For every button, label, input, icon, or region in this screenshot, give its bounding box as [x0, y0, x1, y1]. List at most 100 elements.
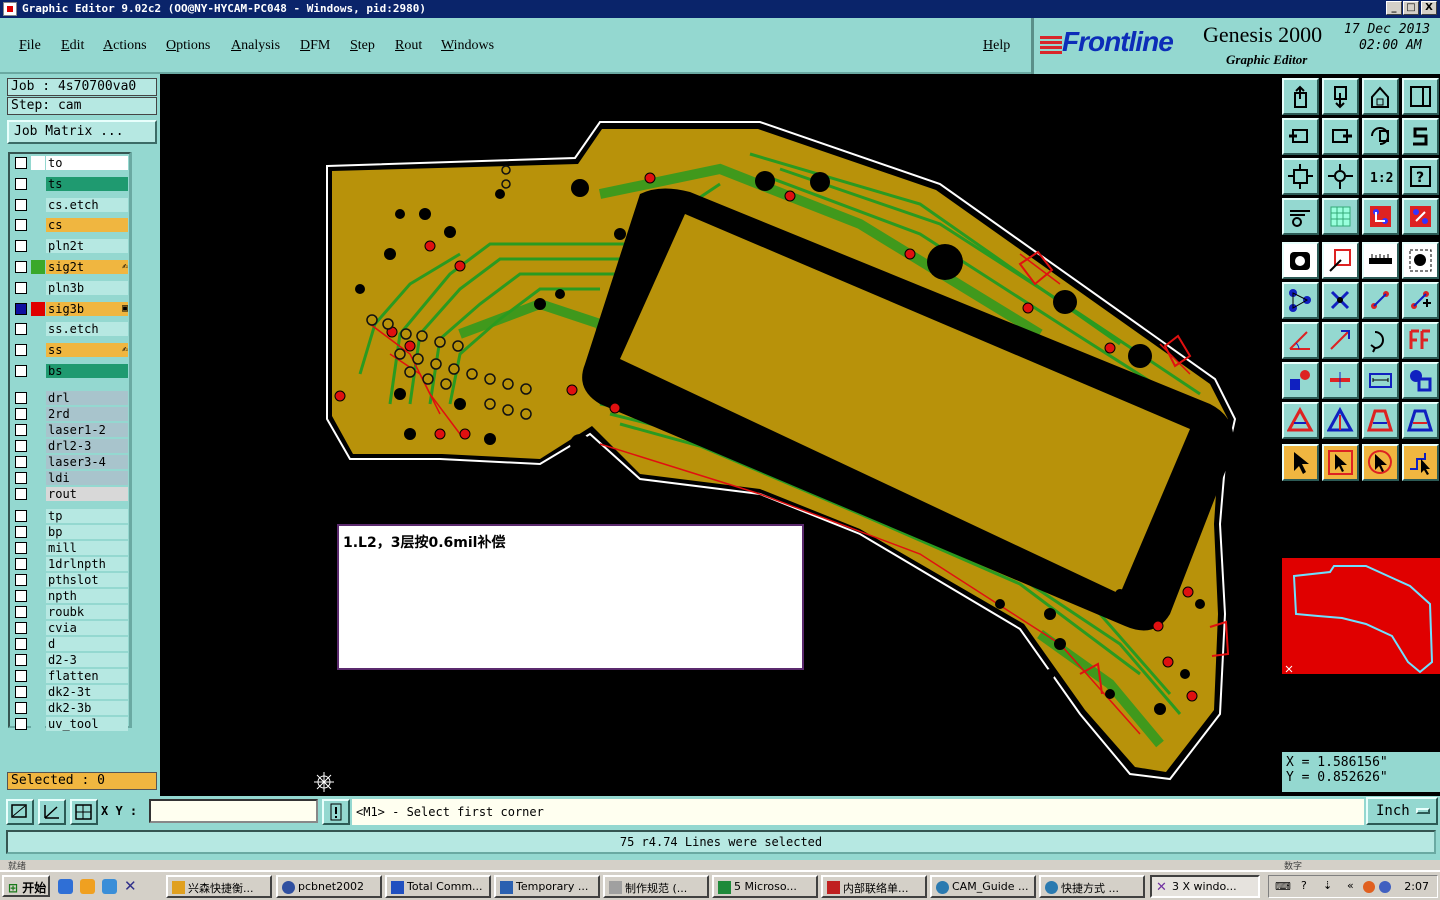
layer-checkbox[interactable] [15, 423, 27, 436]
grid-snap-button[interactable] [70, 799, 98, 825]
layer-color-swatch[interactable] [31, 700, 45, 715]
layer-row-cvia[interactable]: cvia [12, 620, 128, 635]
tool-button-5[interactable] [1322, 118, 1359, 155]
tool-button-35[interactable] [1402, 402, 1439, 439]
tool-button-16[interactable] [1282, 242, 1319, 279]
layer-row-1drlnpth[interactable]: 1drlnpth [12, 556, 128, 571]
layer-color-swatch[interactable] [31, 197, 45, 212]
layer-row-to[interactable]: to [12, 156, 128, 170]
layer-color-swatch[interactable] [31, 239, 45, 254]
minimize-button[interactable]: _ [1386, 1, 1402, 15]
xy-input[interactable] [149, 799, 318, 823]
layer-color-swatch[interactable] [31, 364, 45, 378]
layer-row-laser3-4[interactable]: laser3-4 [12, 454, 128, 469]
layer-row-uv_tool[interactable]: uv_tool [12, 716, 128, 731]
layer-color-swatch[interactable] [31, 280, 45, 295]
layer-color-swatch[interactable] [31, 620, 45, 635]
layer-name[interactable]: cvia [46, 620, 128, 635]
layer-color-swatch[interactable] [31, 176, 45, 191]
layer-checkbox[interactable] [15, 605, 27, 618]
layer-color-swatch[interactable] [31, 604, 45, 619]
tool-button-12[interactable] [1282, 198, 1319, 235]
task-item-3[interactable]: Temporary ... [494, 875, 600, 898]
layer-checkbox[interactable] [15, 281, 27, 294]
layer-name[interactable]: ldi [46, 470, 128, 485]
layer-row-tp[interactable]: tp [12, 508, 128, 523]
layer-checkbox[interactable] [15, 685, 27, 698]
ime-icon[interactable]: ⇣ [1323, 879, 1332, 892]
layer-checkbox[interactable] [15, 344, 27, 357]
layer-row-bp[interactable]: bp [12, 524, 128, 539]
tool-button-6[interactable] [1362, 118, 1399, 155]
layer-row-flatten[interactable]: flatten [12, 668, 128, 683]
layer-row-dk2-3b[interactable]: dk2-3b [12, 700, 128, 715]
menu-rout[interactable]: Rout [395, 38, 422, 54]
layer-checkbox[interactable] [15, 157, 27, 169]
layer-checkbox[interactable] [15, 455, 27, 468]
layer-checkbox[interactable] [15, 573, 27, 586]
layer-checkbox[interactable] [15, 177, 27, 190]
layer-checkbox[interactable] [15, 365, 27, 377]
menu-edit[interactable]: Edit [61, 38, 84, 54]
layer-name[interactable]: drl [46, 390, 128, 405]
tool-button-26[interactable] [1362, 322, 1399, 359]
layer-name[interactable]: laser3-4 [46, 454, 128, 469]
menu-actions[interactable]: Actions [103, 38, 147, 54]
tool-button-39[interactable] [1402, 444, 1439, 481]
tool-button-27[interactable] [1402, 322, 1439, 359]
layer-color-swatch[interactable] [31, 156, 45, 170]
task-item-8[interactable]: 快捷方式 ... [1039, 875, 1145, 898]
layer-name[interactable]: dk2-3t [46, 684, 128, 699]
tool-button-10[interactable]: 1:2 [1362, 158, 1399, 195]
layer-color-swatch[interactable] [31, 508, 45, 523]
layer-color-swatch[interactable] [31, 684, 45, 699]
tool-button-33[interactable] [1322, 402, 1359, 439]
layer-checkbox[interactable] [15, 487, 27, 500]
layer-color-swatch[interactable] [31, 454, 45, 469]
tool-button-1[interactable] [1322, 78, 1359, 115]
layer-name[interactable]: d [46, 636, 128, 651]
menu-analysis[interactable]: Analysis [231, 38, 280, 54]
layer-name[interactable]: bs [46, 364, 128, 378]
layer-color-swatch[interactable] [31, 422, 45, 437]
layer-color-swatch[interactable] [31, 218, 45, 233]
layer-row-pln3b[interactable]: pln3b [12, 280, 128, 295]
menu-windows[interactable]: Windows [441, 38, 494, 54]
layer-checkbox[interactable] [15, 391, 27, 404]
layer-name[interactable]: mill [46, 540, 128, 555]
layer-name[interactable]: dk2-3b [46, 700, 128, 715]
tool-button-17[interactable] [1322, 242, 1359, 279]
layer-checkbox[interactable] [15, 541, 27, 554]
layer-name[interactable]: drl2-3 [46, 438, 128, 453]
tool-button-23[interactable] [1402, 282, 1439, 319]
tool-button-14[interactable] [1362, 198, 1399, 235]
layer-checkbox[interactable] [15, 302, 27, 315]
menu-dfm[interactable]: DFM [300, 38, 330, 54]
task-item-5[interactable]: 5 Microso... [712, 875, 818, 898]
layer-color-swatch[interactable] [31, 301, 45, 316]
layer-row-sig2t[interactable]: sig2t ✍ [12, 260, 128, 274]
x-app-icon[interactable]: ✕ [124, 879, 139, 894]
tool-button-8[interactable] [1282, 158, 1319, 195]
help-icon[interactable]: ? [1301, 879, 1307, 892]
menu-help[interactable]: Help [983, 38, 1010, 54]
task-item-2[interactable]: Total Comm... [385, 875, 491, 898]
layer-color-swatch[interactable] [31, 556, 45, 571]
security-icon[interactable] [1379, 881, 1391, 893]
layer-row-npth[interactable]: npth [12, 588, 128, 603]
layer-row-drl2-3[interactable]: drl2-3 [12, 438, 128, 453]
layer-name[interactable]: to [46, 156, 128, 170]
tool-button-0[interactable] [1282, 78, 1319, 115]
layer-color-swatch[interactable] [31, 636, 45, 651]
tool-button-28[interactable] [1282, 362, 1319, 399]
layer-name[interactable]: tp [46, 508, 128, 523]
task-item-4[interactable]: 制作规范 (... [603, 875, 709, 898]
layer-name[interactable]: cs.etch [46, 197, 128, 212]
layer-color-swatch[interactable] [31, 486, 45, 501]
keyboard-icon[interactable]: ⌨ [1275, 880, 1291, 893]
layer-row-ts[interactable]: ts [12, 176, 128, 191]
layer-row-sig3b[interactable]: sig3b ▣ [12, 301, 128, 316]
tray-expand-icon[interactable]: « [1347, 879, 1354, 892]
info-button[interactable] [322, 799, 350, 825]
layer-name[interactable]: sig2t [46, 260, 128, 274]
